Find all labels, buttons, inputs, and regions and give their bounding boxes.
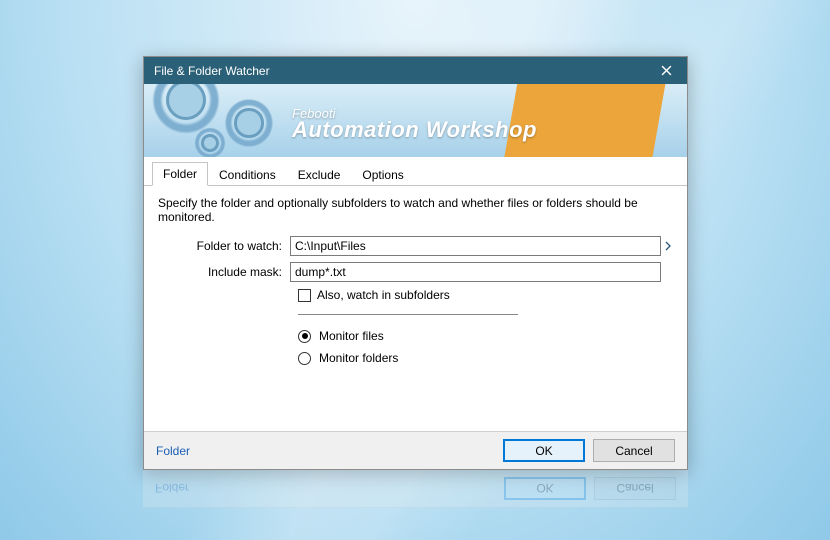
window-title: File & Folder Watcher: [154, 64, 645, 78]
close-button[interactable]: [645, 57, 687, 84]
folder-input[interactable]: [290, 236, 661, 256]
banner: Febooti Automation Workshop: [144, 84, 687, 158]
close-icon: [661, 65, 672, 76]
separator: [298, 314, 518, 315]
mask-label: Include mask:: [158, 265, 290, 279]
tab-description: Specify the folder and optionally subfol…: [158, 196, 673, 224]
title-bar: File & Folder Watcher: [144, 57, 687, 84]
chevron-right-icon: [665, 241, 671, 251]
cancel-button[interactable]: Cancel: [593, 439, 675, 462]
browse-button[interactable]: [663, 236, 673, 256]
tab-conditions[interactable]: Conditions: [208, 163, 287, 186]
mask-input[interactable]: [290, 262, 661, 282]
dialog-window: File & Folder Watcher Febooti Automation…: [143, 56, 688, 470]
tab-exclude[interactable]: Exclude: [287, 163, 352, 186]
subfolders-label: Also, watch in subfolders: [317, 288, 450, 302]
tab-strip: Folder Conditions Exclude Options: [144, 158, 687, 186]
monitor-files-radio[interactable]: [298, 330, 311, 343]
product-name: Automation Workshop: [292, 117, 537, 143]
dialog-footer: Folder OK Cancel: [144, 431, 687, 469]
help-link[interactable]: Folder: [156, 444, 190, 458]
ok-button[interactable]: OK: [503, 439, 585, 462]
tab-options[interactable]: Options: [351, 163, 414, 186]
subfolders-checkbox[interactable]: [298, 289, 311, 302]
monitor-files-label: Monitor files: [319, 329, 384, 343]
banner-text: Febooti Automation Workshop: [292, 106, 537, 143]
folder-label: Folder to watch:: [158, 239, 290, 253]
monitor-folders-radio[interactable]: [298, 352, 311, 365]
tab-body-folder: Specify the folder and optionally subfol…: [144, 186, 687, 365]
gear-icon: [189, 122, 231, 158]
monitor-folders-label: Monitor folders: [319, 351, 398, 365]
tab-folder[interactable]: Folder: [152, 162, 208, 186]
